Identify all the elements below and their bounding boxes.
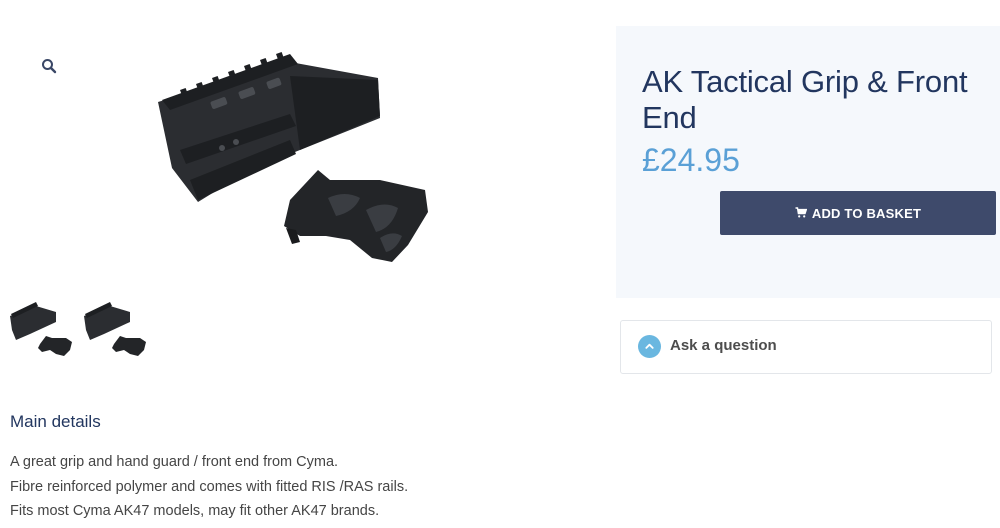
ask-question-label: Ask a question [670, 337, 777, 354]
add-to-basket-button[interactable]: ADD TO BASKET [720, 191, 996, 235]
details-line: Fits most Cyma AK47 models, may fit othe… [10, 503, 380, 519]
magnifier-icon[interactable] [40, 57, 58, 75]
product-title: AK Tactical Grip & Front End [642, 64, 968, 135]
details-line: Fibre reinforced polymer and comes with … [10, 478, 409, 495]
product-price: £24.95 [642, 142, 740, 178]
details-line: A great grip and hand guard / front end … [10, 454, 339, 470]
product-thumbnail[interactable] [6, 300, 74, 360]
product-main-image[interactable] [140, 40, 460, 280]
product-thumbnail[interactable] [80, 300, 148, 360]
chevron-up-icon [638, 335, 661, 358]
details-description: A great grip and hand guard / front end … [10, 450, 408, 524]
buy-panel: AK Tactical Grip & Front End £24.95 ADD … [616, 26, 1000, 298]
add-to-basket-label: ADD TO BASKET [811, 205, 922, 221]
ask-question-toggle[interactable]: Ask a question [620, 320, 992, 374]
product-page: AK Tactical Grip & Front End £24.95 ADD … [0, 0, 1000, 528]
cart-icon [795, 207, 807, 218]
details-heading: Main details [10, 412, 101, 431]
